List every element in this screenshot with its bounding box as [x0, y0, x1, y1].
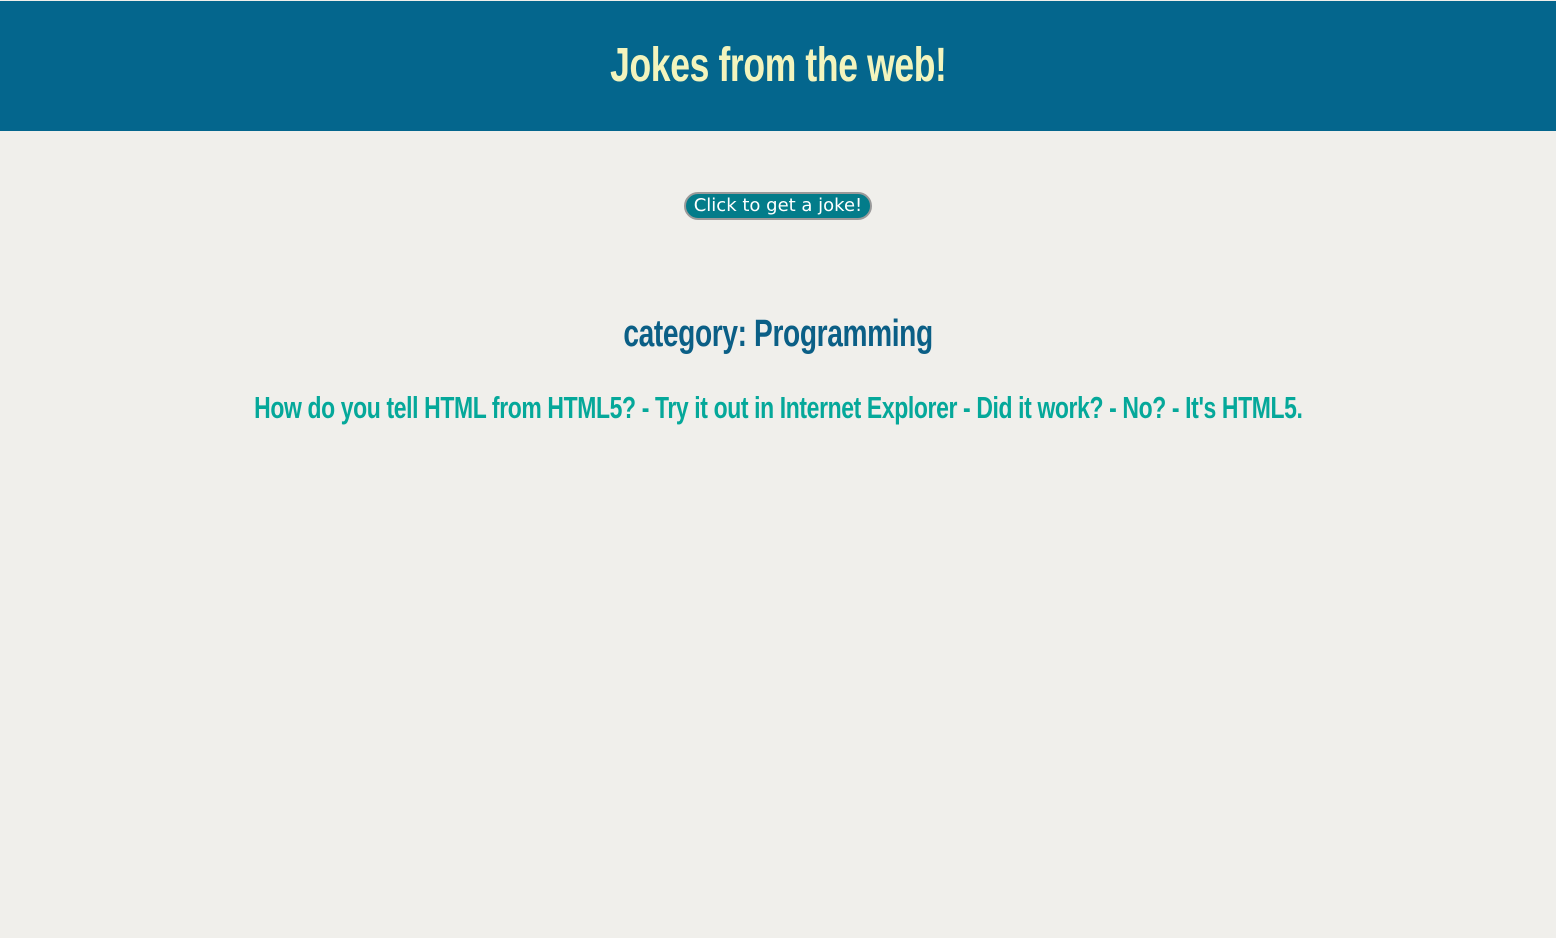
joke-category: category: Programming	[623, 313, 933, 355]
page-title: Jokes from the web!	[609, 39, 947, 92]
joke-text: How do you tell HTML from HTML5? - Try i…	[253, 390, 1303, 425]
joke-text-row: How do you tell HTML from HTML5? - Try i…	[0, 390, 1556, 426]
joke-category-row: category: Programming	[0, 313, 1556, 356]
get-joke-button[interactable]: Click to get a joke!	[683, 192, 873, 220]
page-header: Jokes from the web!	[0, 1, 1556, 131]
button-row: Click to get a joke!	[0, 192, 1556, 220]
